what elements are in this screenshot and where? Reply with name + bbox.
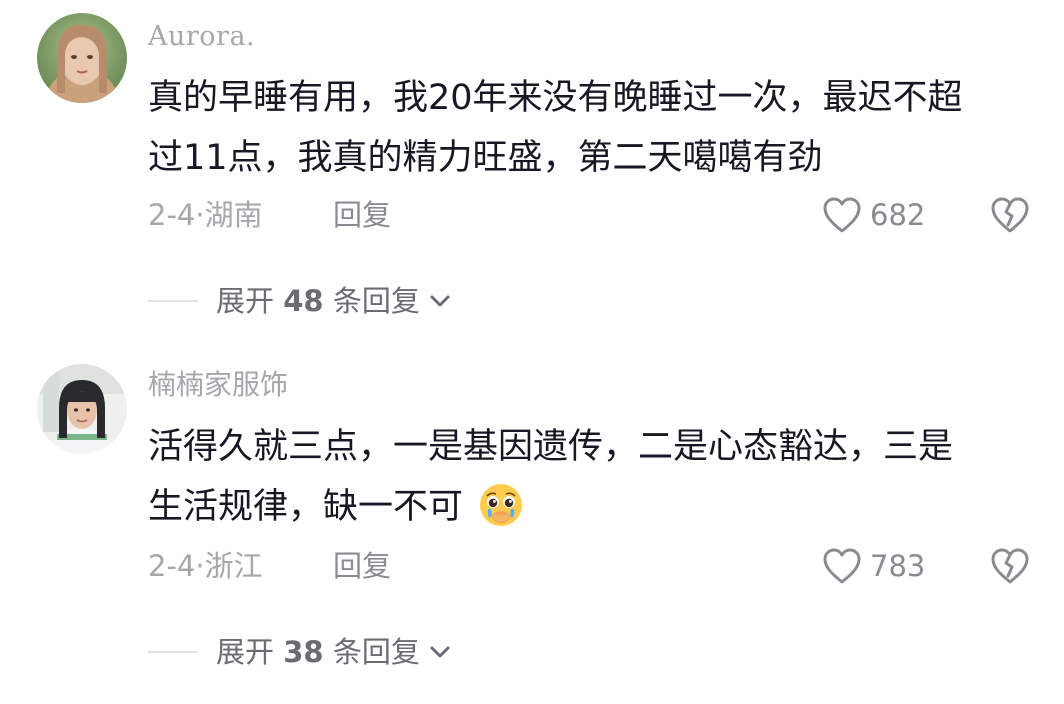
avatar[interactable] xyxy=(37,13,127,103)
comment-username[interactable]: 楠楠家服饰 xyxy=(148,368,288,402)
expand-suffix: 条回复 xyxy=(332,284,420,318)
chevron-down-icon xyxy=(430,646,450,658)
expand-reply-count: 48 xyxy=(283,284,324,318)
like-count: 783 xyxy=(870,549,926,583)
expand-suffix: 条回复 xyxy=(332,635,420,669)
expand-prefix: 展开 xyxy=(216,284,275,318)
dislike-button[interactable] xyxy=(990,546,1030,586)
comment-text-line-1: 活得久就三点，一是基因遗传，二是心态豁达，三是 xyxy=(148,427,954,467)
comment-text-line-2: 过11点，我真的精力旺盛，第二天噶噶有劲 xyxy=(148,138,823,178)
expand-replies-button[interactable]: 展开 38 条回复 xyxy=(148,632,454,672)
heart-outline-icon xyxy=(823,548,861,584)
expand-prefix: 展开 xyxy=(216,635,275,669)
divider-line xyxy=(148,651,198,653)
reply-button[interactable]: 回复 xyxy=(333,198,391,232)
reply-button[interactable]: 回复 xyxy=(333,549,391,583)
comment-date-location: 2-4·浙江 xyxy=(148,549,263,583)
expand-replies-button[interactable]: 展开 48 条回复 xyxy=(148,281,454,321)
broken-heart-icon xyxy=(991,197,1029,233)
heart-outline-icon xyxy=(823,197,861,233)
comment-text-line-2-content: 生活规律，缺一不可 xyxy=(148,487,464,527)
comment-text-line-2: 生活规律，缺一不可 xyxy=(148,477,524,537)
expand-reply-count: 38 xyxy=(283,635,324,669)
chevron-down-icon xyxy=(430,295,450,307)
like-count: 682 xyxy=(870,198,926,232)
divider-line xyxy=(148,300,198,302)
comment-text-line-1: 真的早睡有用，我20年来没有晚睡过一次，最迟不超 xyxy=(148,78,963,118)
comment-username[interactable]: Aurora. xyxy=(148,20,255,54)
like-button[interactable]: 682 xyxy=(822,195,925,235)
comment-date-location: 2-4·湖南 xyxy=(148,198,263,232)
dislike-button[interactable] xyxy=(990,195,1030,235)
avatar[interactable] xyxy=(37,364,127,454)
pleading-face-emoji xyxy=(480,484,523,526)
like-button[interactable]: 783 xyxy=(822,546,925,586)
broken-heart-icon xyxy=(991,548,1029,584)
